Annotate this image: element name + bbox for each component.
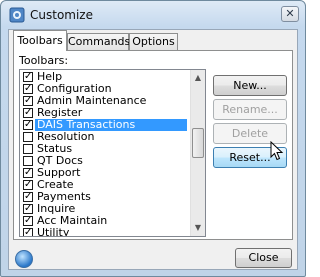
toolbar-checkbox[interactable]: ✓ [23, 84, 33, 94]
tab-options[interactable]: Options [129, 33, 178, 50]
toolbar-checkbox[interactable]: ✓ [23, 108, 33, 118]
window-close-button[interactable]: ✕ [281, 6, 299, 22]
window-title: Customize [30, 8, 93, 22]
toolbar-checkbox[interactable]: ✓ [23, 72, 33, 82]
toolbar-checkbox[interactable]: ✓ [23, 96, 33, 106]
toolbars-label: Toolbars: [19, 54, 69, 67]
toolbar-checkbox[interactable]: ✓ [23, 228, 33, 236]
toolbars-list[interactable]: ✓ Help ✓ Configuration ✓ Admin Maintenance ✓ Re… [19, 69, 206, 237]
toolbar-checkbox[interactable] [23, 132, 33, 142]
toolbar-checkbox[interactable]: ✓ [23, 168, 33, 178]
toolbar-checkbox[interactable]: ✓ [23, 216, 33, 226]
dialog-body: Toolbars Commands Options Toolbars: ✓ Hel… [8, 29, 298, 270]
app-icon [9, 7, 25, 23]
toolbar-checkbox[interactable] [23, 144, 33, 154]
close-icon: ✕ [285, 7, 295, 20]
scroll-down-icon[interactable]: ▼ [192, 221, 204, 235]
rename-button[interactable]: Rename... [213, 99, 287, 120]
toolbar-checkbox[interactable] [23, 156, 33, 166]
toolbars-list-rows: ✓ Help ✓ Configuration ✓ Admin Maintenance ✓ Re… [21, 71, 189, 237]
scrollbar-thumb[interactable] [192, 128, 204, 158]
close-button[interactable]: Close [235, 248, 292, 268]
customize-dialog: Customize ✕ Toolbars Commands Options To… [0, 0, 306, 277]
mouse-cursor-icon [270, 141, 284, 161]
title-bar[interactable]: Customize ✕ [1, 1, 305, 29]
new-button[interactable]: New... [213, 75, 287, 96]
tab-toolbars[interactable]: Toolbars [13, 30, 67, 51]
toolbar-checkbox[interactable]: ✓ [23, 204, 33, 214]
toolbar-checkbox[interactable]: ✓ [23, 120, 33, 130]
toolbar-item-label: Utility [37, 226, 70, 237]
toolbar-checkbox[interactable]: ✓ [23, 192, 33, 202]
toolbars-panel: Toolbars: ✓ Help ✓ Configuration ✓ Admin Main… [13, 50, 293, 240]
list-scrollbar[interactable]: ▲ ▼ [190, 70, 205, 236]
toolbar-checkbox[interactable]: ✓ [23, 180, 33, 190]
tab-commands[interactable]: Commands [67, 33, 130, 50]
toolbar-list-item[interactable]: ✓ Utility [21, 226, 189, 237]
help-icon[interactable] [15, 250, 33, 268]
scroll-up-icon[interactable]: ▲ [192, 71, 204, 85]
